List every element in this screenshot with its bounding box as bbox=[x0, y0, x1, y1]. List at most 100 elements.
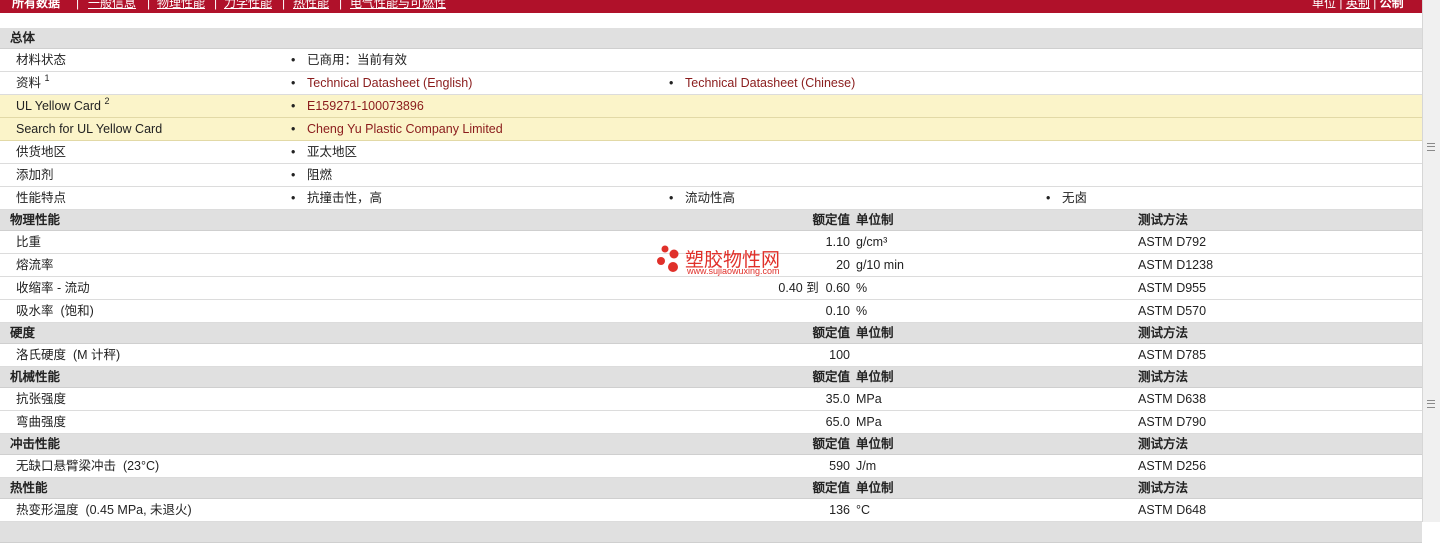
row-label: 添加剂 bbox=[16, 168, 54, 182]
nav-separator: | bbox=[339, 0, 343, 10]
test-method: ASTM D955 bbox=[1138, 281, 1207, 295]
property-unit: MPa bbox=[856, 415, 882, 429]
property-unit: % bbox=[856, 281, 868, 295]
row-value: 流动性高 bbox=[669, 187, 735, 209]
row-supply-region: 供货地区 亚太地区 bbox=[0, 141, 1422, 164]
row-label: Search for UL Yellow Card bbox=[16, 122, 163, 136]
property-name: 弯曲强度 bbox=[16, 415, 67, 429]
property-name: 无缺口悬臂梁冲击 (23°C) bbox=[16, 459, 160, 473]
ul-yellow-card-link[interactable]: E159271-100073896 bbox=[307, 99, 424, 113]
col-header-method: 测试方法 bbox=[1138, 370, 1189, 384]
col-header-nominal: 额定值 bbox=[812, 370, 850, 384]
section-title: 机械性能 bbox=[10, 370, 61, 384]
table-row: 弯曲强度 65.0 MPa ASTM D790 bbox=[0, 411, 1422, 434]
property-unit: °C bbox=[856, 503, 871, 517]
property-unit: MPa bbox=[856, 392, 882, 406]
row-value: 无卤 bbox=[1046, 187, 1087, 209]
property-value: 136 bbox=[829, 503, 850, 517]
tab-thermal[interactable]: 热性能 bbox=[293, 0, 329, 13]
row-value: 阻燃 bbox=[291, 164, 332, 186]
col-header-nominal: 额定值 bbox=[812, 437, 850, 451]
table-row: 洛氏硬度 (M 计秤) 100 ASTM D785 bbox=[0, 344, 1422, 367]
ul-card-link-wrap: E159271-100073896 bbox=[291, 95, 424, 117]
property-value: 20 bbox=[836, 258, 850, 272]
row-material-status: 材料状态 已商用：当前有效 bbox=[0, 49, 1422, 72]
tab-mechanical[interactable]: 力学性能 bbox=[224, 0, 272, 13]
property-value: 100 bbox=[829, 348, 850, 362]
property-unit: g/cm³ bbox=[856, 235, 888, 249]
unit-metric-selected[interactable]: 公制 bbox=[1380, 0, 1404, 10]
nav-separator: | bbox=[147, 0, 151, 10]
scrollbar-grip[interactable] bbox=[1427, 143, 1435, 151]
col-header-nominal: 额定值 bbox=[812, 213, 850, 227]
footnote-marker: 1 bbox=[44, 73, 50, 83]
col-header-method: 测试方法 bbox=[1138, 213, 1189, 227]
datasheet-chinese-link-wrap: Technical Datasheet (Chinese) bbox=[669, 72, 855, 94]
row-additive: 添加剂 阻燃 bbox=[0, 164, 1422, 187]
table-row: 热变形温度 (0.45 MPa, 未退火) 136 °C ASTM D648 bbox=[0, 499, 1422, 522]
test-method: ASTM D648 bbox=[1138, 503, 1207, 517]
test-method: ASTM D785 bbox=[1138, 348, 1207, 362]
property-name: 比重 bbox=[16, 235, 42, 249]
unit-separator: | bbox=[1373, 0, 1377, 10]
datasheet-english-link[interactable]: Technical Datasheet (English) bbox=[307, 76, 472, 90]
table-row: 吸水率 (饱和) 0.10 % ASTM D570 bbox=[0, 300, 1422, 323]
tab-physical[interactable]: 物理性能 bbox=[157, 0, 205, 13]
property-name: 抗张强度 bbox=[16, 392, 67, 406]
nav-separator: | bbox=[76, 0, 80, 10]
section-title: 冲击性能 bbox=[10, 437, 61, 451]
section-header-general: 总体 bbox=[0, 28, 1422, 49]
col-header-unit: 单位制 bbox=[856, 481, 894, 495]
row-label: 供货地区 bbox=[16, 145, 67, 159]
property-name: 收缩率 - 流动 bbox=[16, 281, 90, 295]
scrollbar-grip[interactable] bbox=[1427, 400, 1435, 408]
company-search-link[interactable]: Cheng Yu Plastic Company Limited bbox=[307, 122, 503, 136]
top-nav-bar: 所有数据 | 一般信息 | 物理性能 | 力学性能 | 热性能 | 电气性能与可… bbox=[0, 0, 1422, 13]
watermark-url: www.sujiaowuxing.com bbox=[687, 266, 780, 276]
table-row: 无缺口悬臂梁冲击 (23°C) 590 J/m ASTM D256 bbox=[0, 455, 1422, 478]
section-header-cutoff bbox=[0, 522, 1422, 543]
test-method: ASTM D790 bbox=[1138, 415, 1207, 429]
property-name: 吸水率 (饱和) bbox=[16, 304, 94, 318]
col-header-method: 测试方法 bbox=[1138, 326, 1189, 340]
table-row: 抗张强度 35.0 MPa ASTM D638 bbox=[0, 388, 1422, 411]
test-method: ASTM D638 bbox=[1138, 392, 1207, 406]
row-label: UL Yellow Card 2 bbox=[16, 96, 110, 114]
nav-separator: | bbox=[214, 0, 218, 10]
row-label: 资料 1 bbox=[16, 73, 50, 91]
property-unit: % bbox=[856, 304, 868, 318]
property-name: 熔流率 bbox=[16, 258, 54, 272]
section-title: 热性能 bbox=[10, 481, 48, 495]
col-header-unit: 单位制 bbox=[856, 370, 894, 384]
col-header-method: 测试方法 bbox=[1138, 437, 1189, 451]
vertical-scrollbar[interactable] bbox=[1422, 0, 1440, 522]
col-header-unit: 单位制 bbox=[856, 326, 894, 340]
section-header-physical: 物理性能 额定值 单位制 测试方法 bbox=[0, 210, 1422, 231]
section-header-impact: 冲击性能 额定值 单位制 测试方法 bbox=[0, 434, 1422, 455]
property-value: 65.0 bbox=[825, 415, 850, 429]
col-header-method: 测试方法 bbox=[1138, 481, 1189, 495]
unit-label: 单位 bbox=[1312, 0, 1337, 10]
col-header-nominal: 额定值 bbox=[812, 481, 850, 495]
row-value: 亚太地区 bbox=[291, 141, 357, 163]
row-label: 材料状态 bbox=[16, 53, 67, 67]
section-header-mechanical: 机械性能 额定值 单位制 测试方法 bbox=[0, 367, 1422, 388]
section-header-hardness: 硬度 额定值 单位制 测试方法 bbox=[0, 323, 1422, 344]
property-value: 1.10 bbox=[825, 235, 850, 249]
unit-imperial-link[interactable]: 英制 bbox=[1346, 0, 1370, 10]
datasheet-english-link-wrap: Technical Datasheet (English) bbox=[291, 72, 472, 94]
tab-electrical-flammability[interactable]: 电气性能与可燃性 bbox=[350, 0, 446, 13]
property-unit: g/10 min bbox=[856, 258, 904, 272]
col-header-unit: 单位制 bbox=[856, 437, 894, 451]
property-name: 热变形温度 (0.45 MPa, 未退火) bbox=[16, 503, 192, 517]
datasheet-chinese-link[interactable]: Technical Datasheet (Chinese) bbox=[685, 76, 855, 90]
row-search-ul-card: Search for UL Yellow Card Cheng Yu Plast… bbox=[0, 118, 1422, 141]
watermark-logo: 塑胶物性网 www.sujiaowuxing.com bbox=[655, 243, 795, 283]
tab-all-data[interactable]: 所有数据 bbox=[12, 0, 60, 13]
test-method: ASTM D570 bbox=[1138, 304, 1207, 318]
company-link-wrap: Cheng Yu Plastic Company Limited bbox=[291, 118, 503, 140]
property-value: 590 bbox=[829, 459, 850, 473]
tab-general-info[interactable]: 一般信息 bbox=[88, 0, 136, 13]
test-method: ASTM D256 bbox=[1138, 459, 1207, 473]
row-label: 性能特点 bbox=[16, 191, 67, 205]
